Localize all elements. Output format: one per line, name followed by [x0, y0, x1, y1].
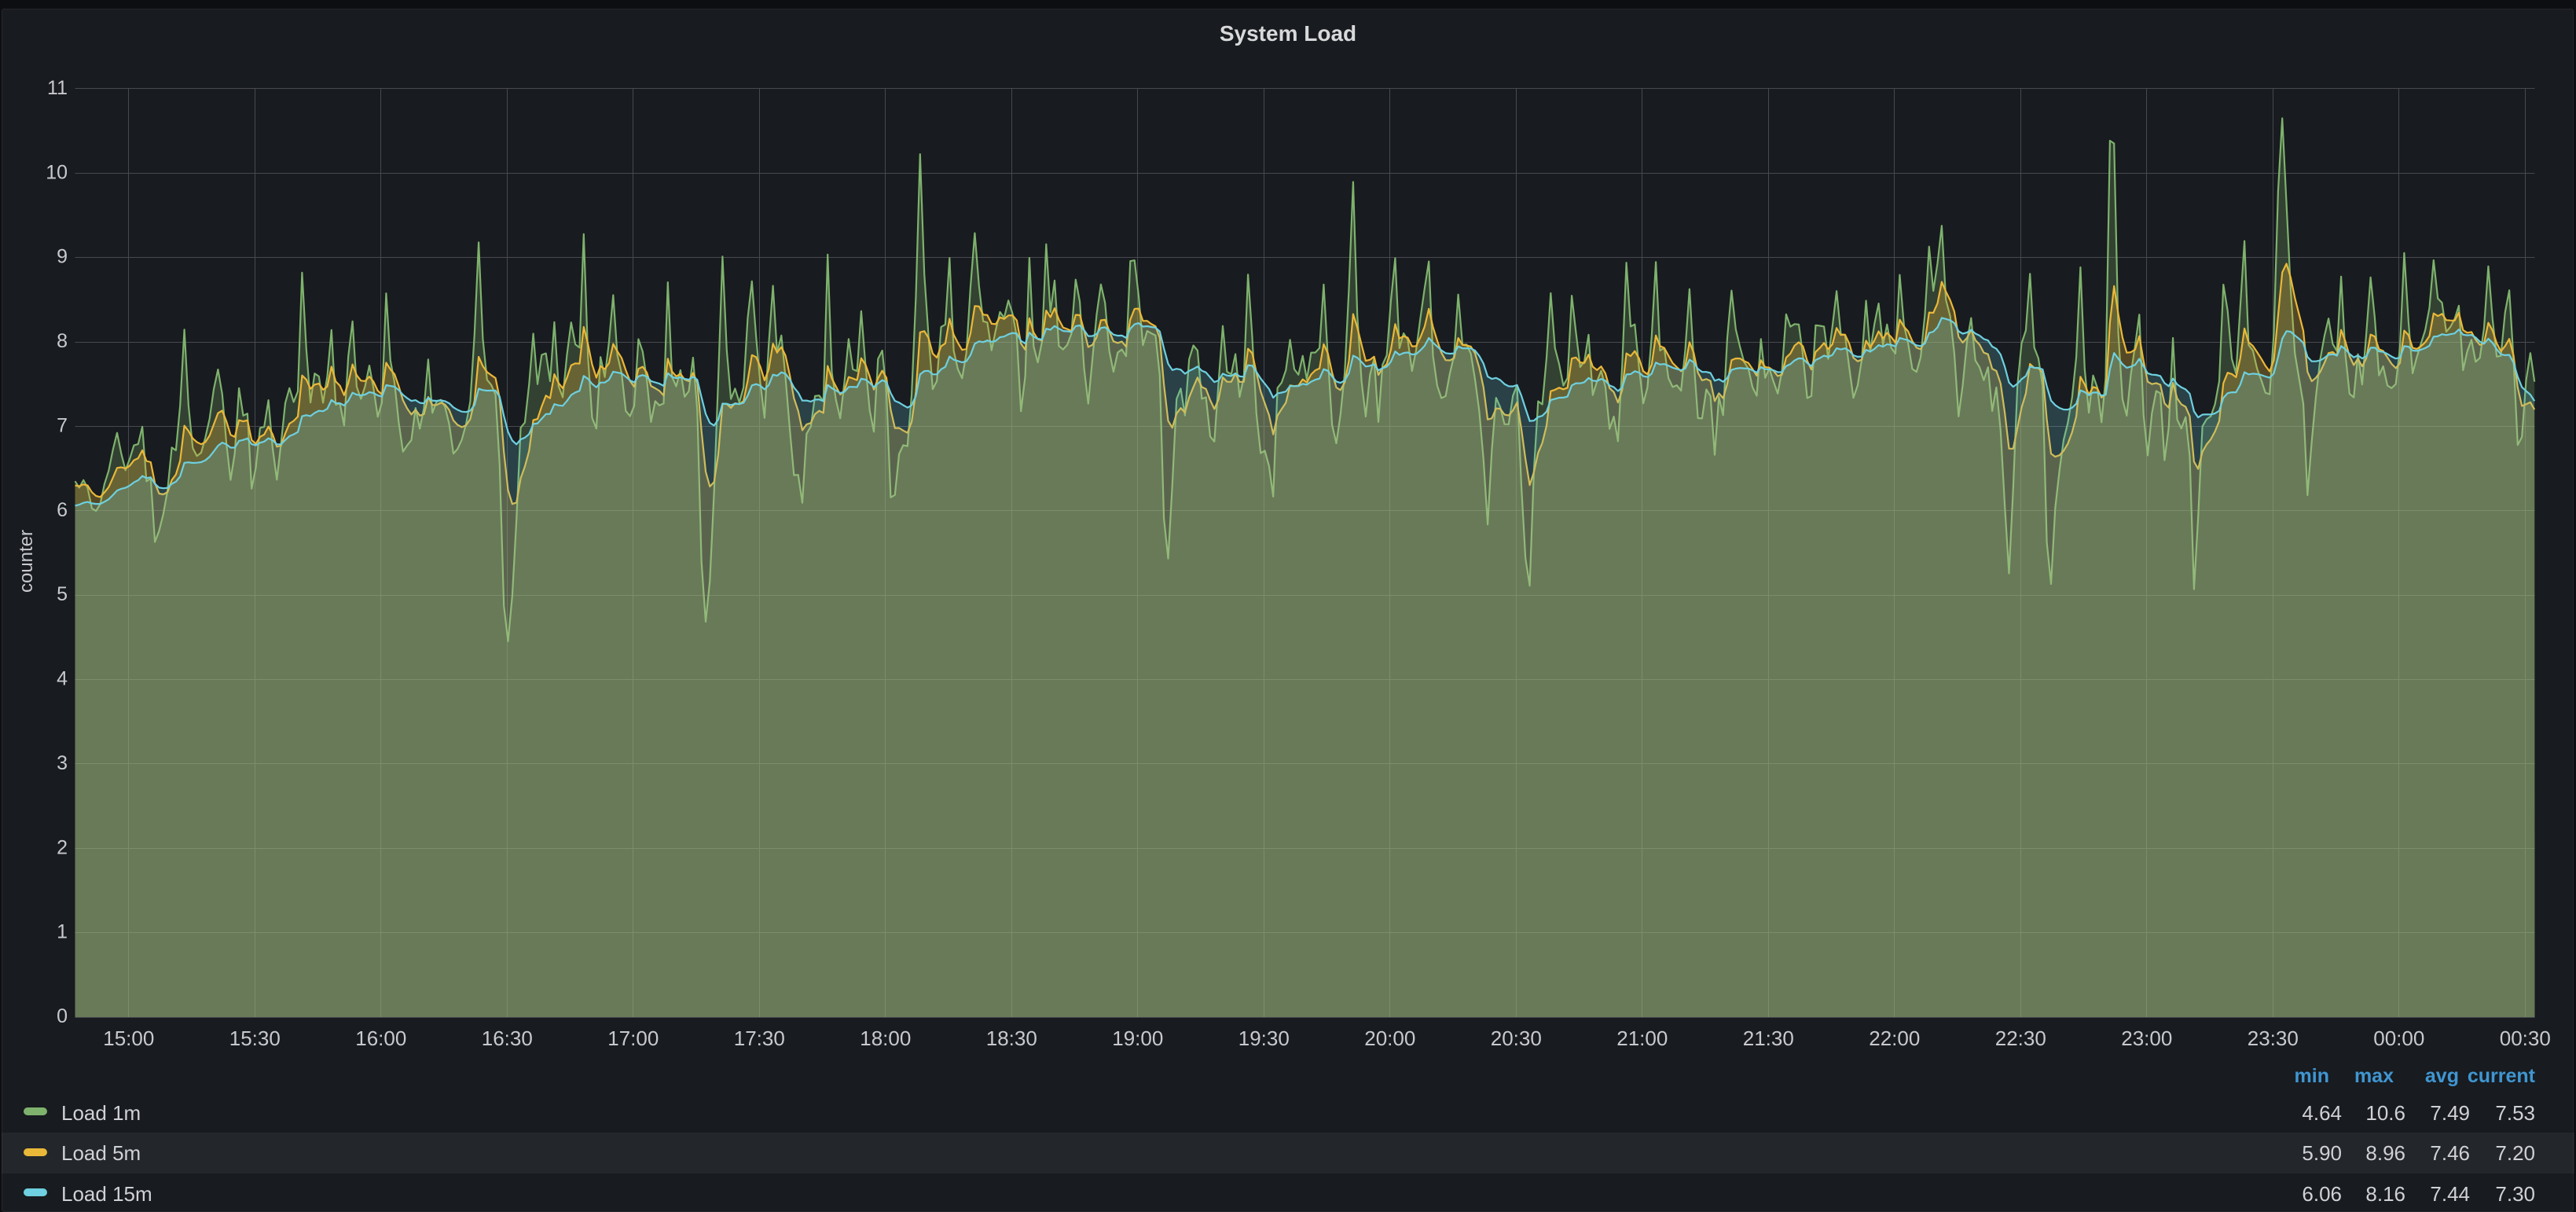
svg-text:20:30: 20:30 [1491, 1027, 1542, 1050]
svg-text:7: 7 [57, 415, 68, 437]
svg-text:6: 6 [57, 499, 68, 521]
svg-text:21:00: 21:00 [1616, 1027, 1668, 1050]
svg-text:20:00: 20:00 [1364, 1027, 1415, 1050]
svg-text:19:00: 19:00 [1112, 1027, 1163, 1050]
svg-text:21:30: 21:30 [1743, 1027, 1794, 1050]
svg-text:3: 3 [57, 752, 68, 774]
svg-text:1: 1 [57, 921, 68, 943]
svg-text:00:00: 00:00 [2373, 1027, 2424, 1050]
svg-text:23:30: 23:30 [2248, 1027, 2299, 1050]
svg-text:22:00: 22:00 [1869, 1027, 1920, 1050]
svg-text:16:30: 16:30 [482, 1027, 533, 1050]
svg-text:18:00: 18:00 [860, 1027, 911, 1050]
svg-text:15:00: 15:00 [103, 1027, 154, 1050]
svg-text:16:00: 16:00 [355, 1027, 406, 1050]
svg-text:00:30: 00:30 [2500, 1027, 2551, 1050]
svg-text:18:30: 18:30 [986, 1027, 1037, 1050]
svg-text:17:30: 17:30 [734, 1027, 785, 1050]
svg-text:5: 5 [57, 583, 68, 605]
svg-text:23:00: 23:00 [2121, 1027, 2172, 1050]
svg-text:4: 4 [57, 668, 68, 690]
svg-text:22:30: 22:30 [1995, 1027, 2046, 1050]
svg-text:19:30: 19:30 [1238, 1027, 1290, 1050]
svg-text:8: 8 [57, 330, 68, 352]
svg-text:0: 0 [57, 1005, 68, 1027]
svg-text:9: 9 [57, 246, 68, 268]
svg-text:counter: counter [16, 530, 37, 593]
svg-text:15:30: 15:30 [229, 1027, 281, 1050]
svg-text:10: 10 [46, 161, 68, 183]
svg-text:17:00: 17:00 [607, 1027, 659, 1050]
svg-text:2: 2 [57, 836, 68, 858]
svg-text:System Load: System Load [1220, 21, 1356, 46]
svg-text:11: 11 [47, 77, 68, 99]
